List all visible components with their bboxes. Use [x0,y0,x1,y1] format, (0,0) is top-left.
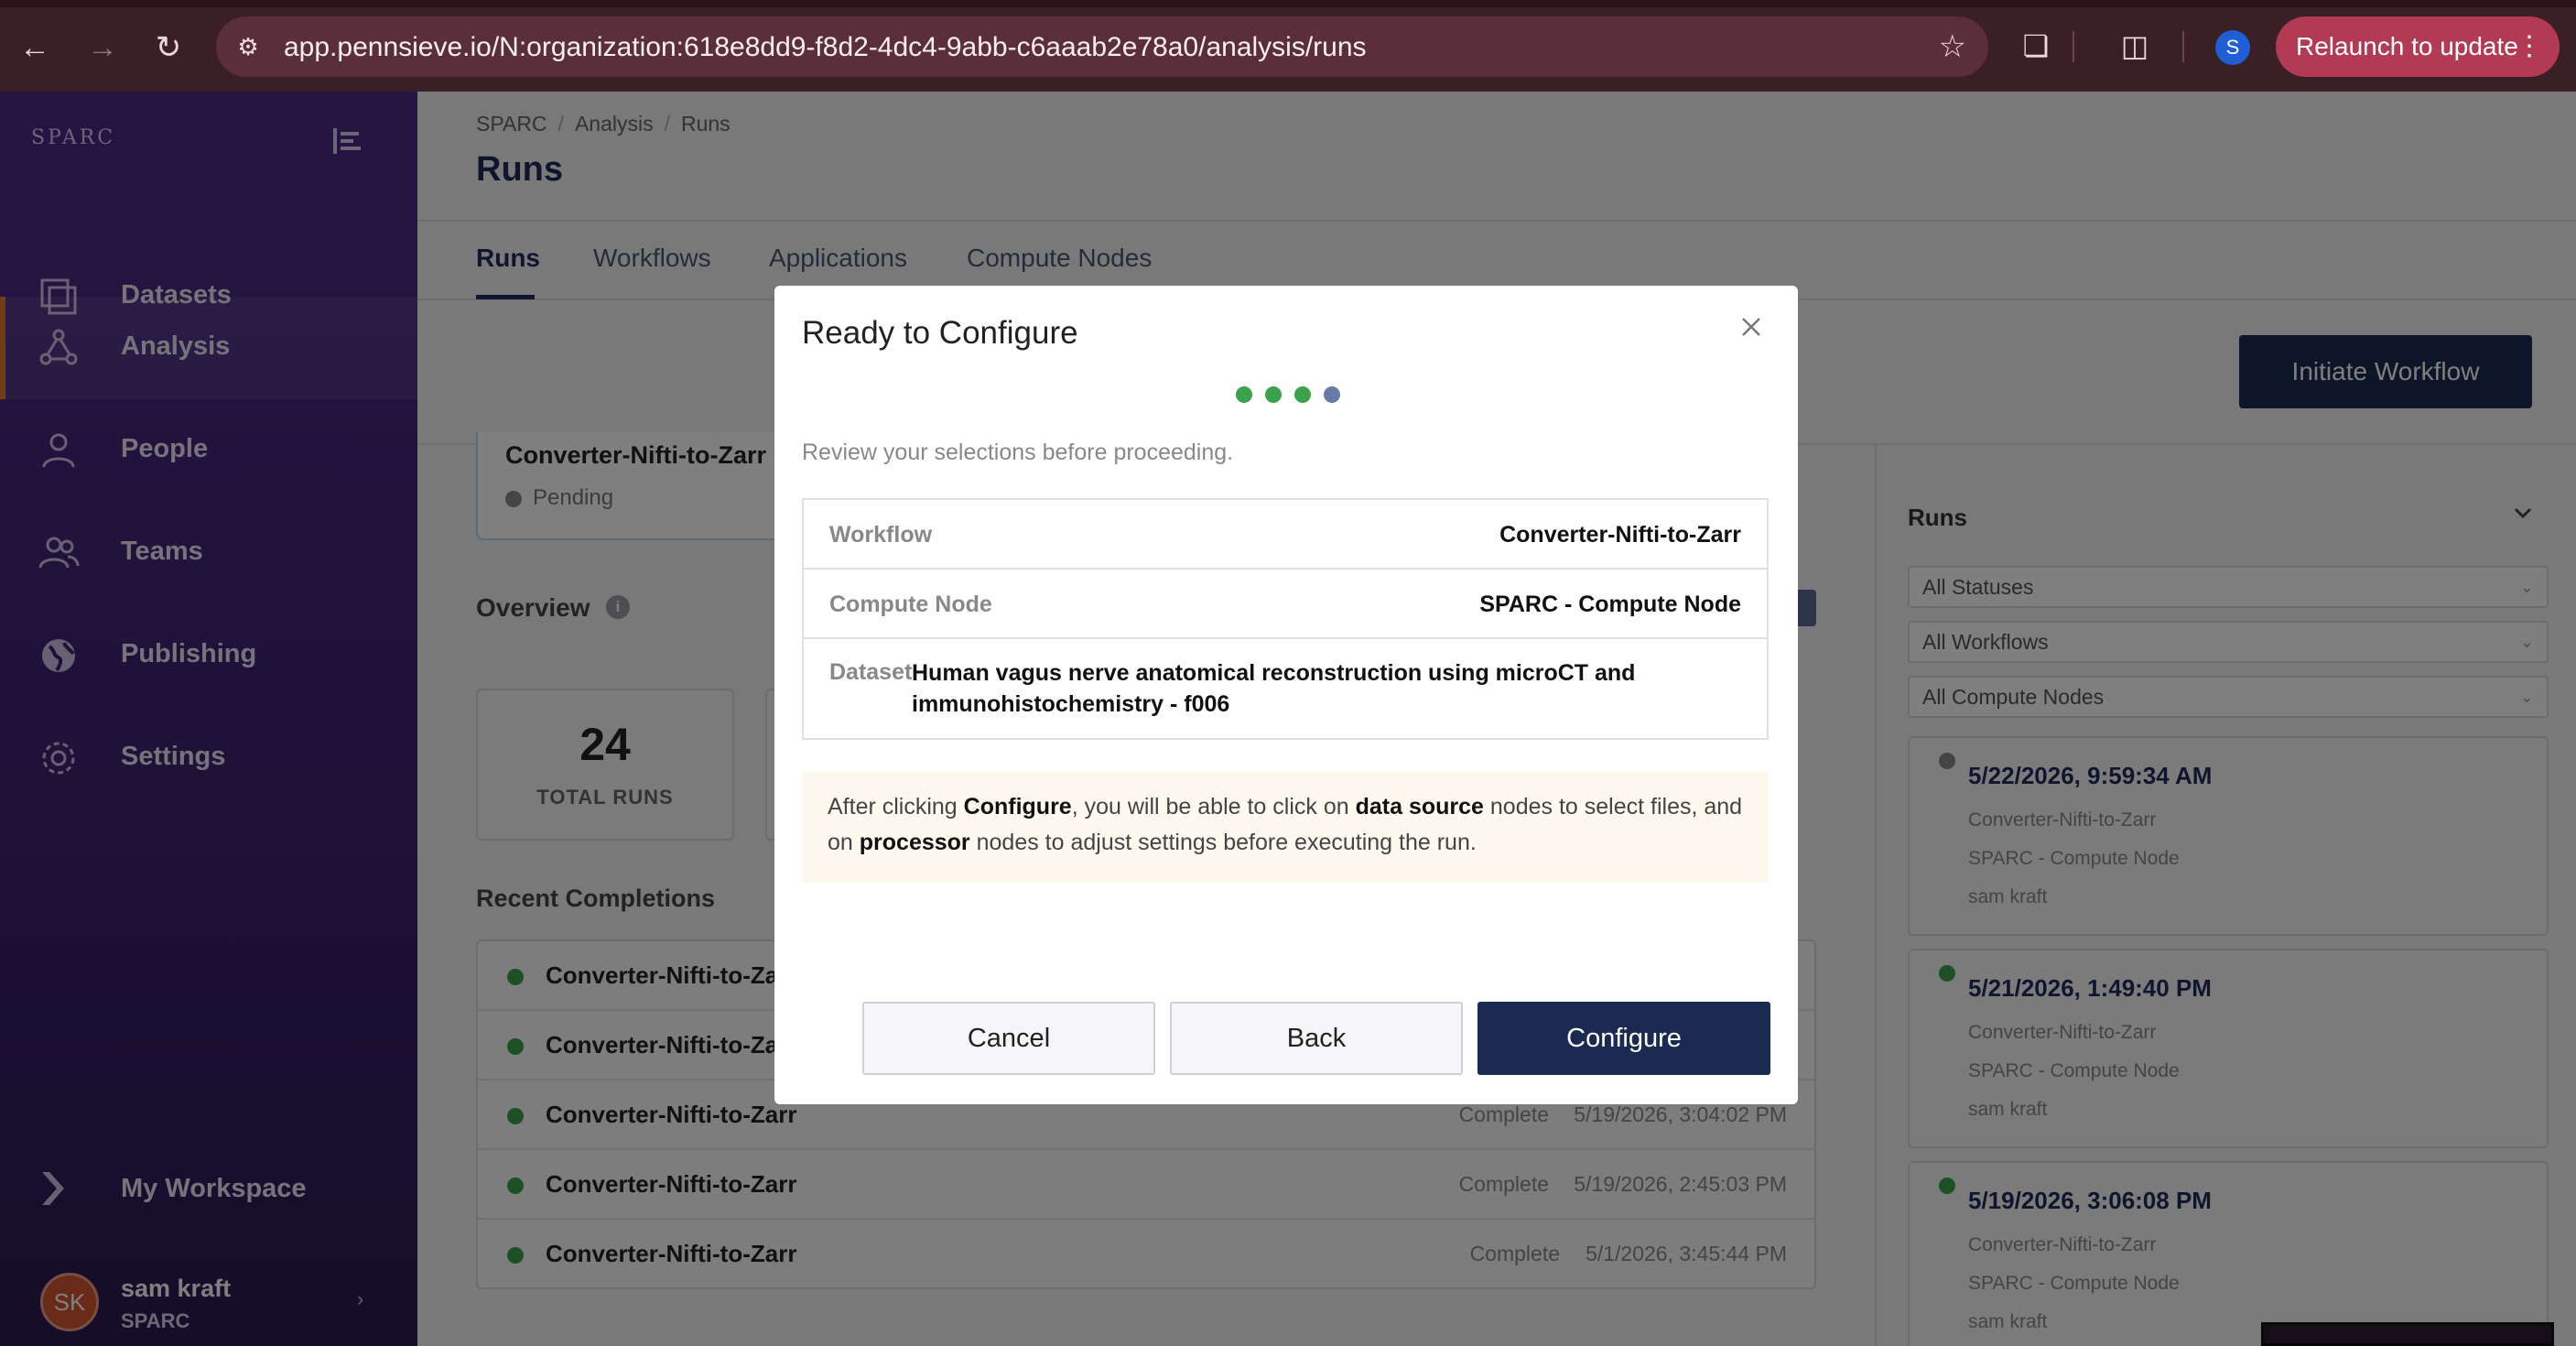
cancel-button[interactable]: Cancel [862,1002,1155,1075]
note-bold: data source [1355,794,1484,820]
relaunch-label: Relaunch to update [2296,32,2518,60]
forward-arrow-icon[interactable]: → [81,26,124,70]
toolbar-divider [2182,31,2184,62]
summary-key: Dataset [829,659,913,685]
note-text: After clicking [828,794,964,820]
close-icon[interactable] [1737,313,1765,341]
note-bold: Configure [963,794,1072,820]
summary-key: Workflow [829,522,933,548]
summary-value: Converter-Nifti-to-Zarr [1499,522,1741,548]
step-dot [1265,386,1282,403]
summary-value: SPARC - Compute Node [1479,592,1741,617]
address-bar[interactable]: ⚙ app.pennsieve.io/N:organization:618e8d… [216,16,1988,77]
dialog-subtitle: Review your selections before proceeding… [802,440,1234,465]
selection-summary: Workflow Converter-Nifti-to-Zarr Compute… [802,498,1769,740]
step-indicator [1236,386,1346,405]
summary-row-workflow: Workflow Converter-Nifti-to-Zarr [804,500,1767,570]
browser-toolbar: ← → ↻ ⚙ app.pennsieve.io/N:organization:… [0,0,2576,92]
tab-search-icon[interactable]: ◫ [2115,27,2155,64]
configure-instructions: After clicking Configure, you will be ab… [802,771,1769,883]
profile-avatar[interactable]: S [2215,30,2250,65]
tab-strip [0,0,2576,7]
site-settings-icon[interactable]: ⚙ [233,31,264,62]
back-arrow-icon[interactable]: ← [13,26,57,70]
summary-value: Human vagus nerve anatomical reconstruct… [912,660,1636,717]
note-text: nodes to adjust settings before executin… [969,830,1477,855]
more-menu-icon[interactable]: ⋮ [2516,16,2543,77]
configure-dialog: Ready to Configure Review your selection… [774,286,1798,1104]
step-dot-current [1324,386,1340,403]
step-dot [1236,386,1252,403]
bookmark-star-icon[interactable]: ☆ [1939,29,1966,64]
summary-row-dataset: Dataset Human vagus nerve anatomical rec… [804,639,1767,738]
configure-button[interactable]: Configure [1477,1002,1770,1075]
address-bar-url[interactable]: app.pennsieve.io/N:organization:618e8dd9… [284,32,1367,63]
note-text: , you will be able to click on [1071,794,1356,820]
summary-row-compute-node: Compute Node SPARC - Compute Node [804,570,1767,639]
summary-key: Compute Node [829,592,992,617]
back-button[interactable]: Back [1170,1002,1463,1075]
step-dot [1294,386,1311,403]
extensions-icon[interactable]: ❏ [2016,27,2056,64]
note-bold: processor [859,830,970,855]
dialog-title: Ready to Configure [802,315,1078,351]
reload-icon[interactable]: ↻ [146,26,190,70]
toolbar-divider [2073,31,2074,62]
relaunch-button[interactable]: Relaunch to update ⋮ [2276,16,2560,77]
